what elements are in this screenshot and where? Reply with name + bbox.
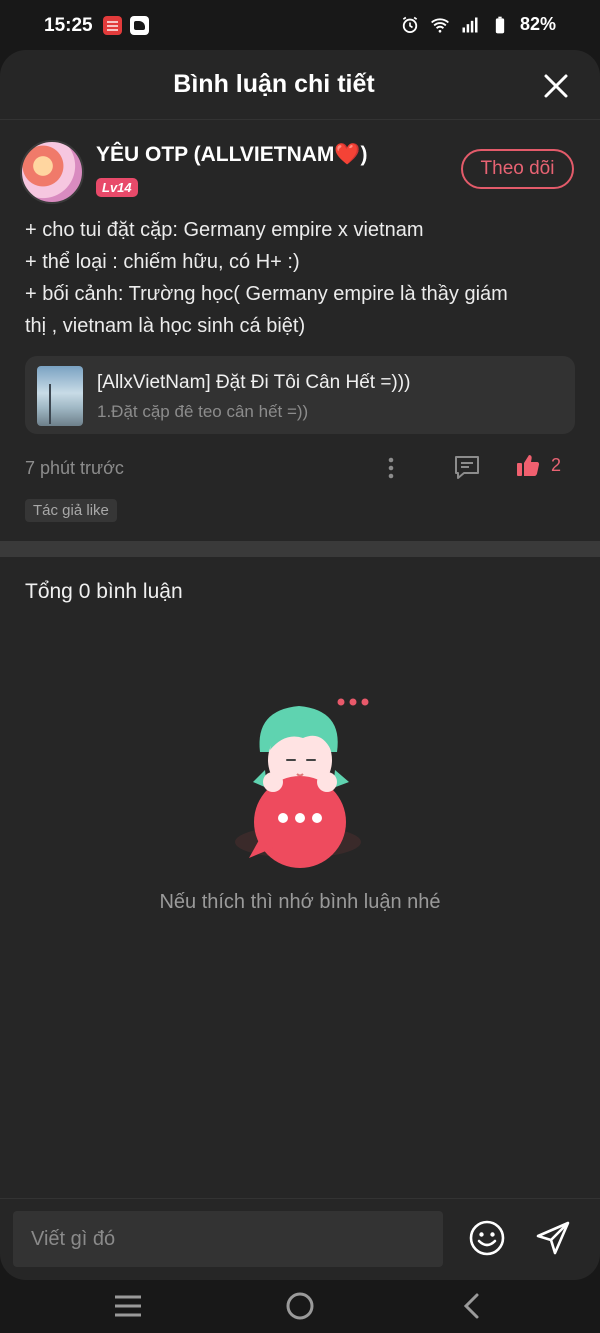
follow-button[interactable]: Theo dõi [461, 149, 574, 189]
recent-apps-icon[interactable] [108, 1288, 148, 1324]
linked-story-card[interactable]: [AllxVietNam] Đặt Đi Tôi Cân Hết =))) 1.… [25, 356, 575, 434]
story-title: [AllxVietNam] Đặt Đi Tôi Cân Hết =))) [97, 372, 411, 393]
post-line: + cho tui đặt cặp: Germany empire x viet… [25, 219, 424, 241]
section-divider [0, 541, 600, 557]
app-notification-icon [103, 16, 122, 35]
empty-comments-illustration [235, 698, 369, 868]
comment-icon[interactable] [452, 453, 482, 481]
status-bar: 15:25 82% [0, 0, 600, 50]
battery-icon [495, 16, 505, 33]
back-icon[interactable] [452, 1288, 492, 1324]
status-time: 15:25 [44, 15, 93, 36]
empty-comments-message: Nếu thích thì nhớ bình luận nhé [159, 891, 441, 913]
signal-icon [462, 17, 478, 32]
like-button[interactable]: 2 [515, 452, 561, 478]
avatar[interactable] [20, 140, 84, 204]
more-options-icon[interactable] [384, 454, 398, 482]
post-line: + thể loại : chiếm hữu, có H+ :) [25, 251, 300, 273]
battery-level: 82% [519, 14, 556, 34]
comment-input-bar [0, 1198, 600, 1280]
wifi-icon [431, 17, 449, 33]
level-badge: Lv14 [96, 178, 138, 197]
like-count: 2 [551, 454, 562, 475]
sheet-title: Bình luận chi tiết [173, 70, 375, 98]
story-subtitle: 1.Đặt cặp đê teo cân hết =)) [97, 402, 309, 421]
alarm-icon [402, 16, 418, 33]
author-like-badge: Tác giả like [25, 499, 117, 522]
app-notification-icon-2 [130, 16, 149, 35]
post-content: + cho tui đặt cặp: Germany empire x viet… [25, 214, 575, 342]
system-nav-bar [0, 1280, 600, 1333]
post-line: thị , vietnam là học sinh cá biệt) [25, 315, 306, 337]
sheet-header: Bình luận chi tiết [0, 50, 600, 120]
post-timestamp: 7 phút trước [25, 458, 124, 478]
comment-input[interactable] [13, 1211, 443, 1267]
username[interactable]: YÊU OTP (ALLVIETNAM❤️) [96, 143, 368, 167]
close-icon[interactable] [542, 72, 570, 100]
send-icon[interactable] [534, 1219, 572, 1257]
total-comments-label: Tổng 0 bình luận [25, 580, 183, 603]
emoji-icon[interactable] [468, 1219, 506, 1257]
home-icon[interactable] [280, 1288, 320, 1324]
post-line: + bối cảnh: Trường học( Germany empire l… [25, 283, 508, 305]
status-icons: 82% [400, 14, 556, 35]
comment-detail-sheet: Bình luận chi tiết YÊU OTP (ALLVIETNAM❤️… [0, 50, 600, 1280]
thumbs-up-icon [517, 455, 540, 476]
story-thumbnail [37, 366, 83, 426]
